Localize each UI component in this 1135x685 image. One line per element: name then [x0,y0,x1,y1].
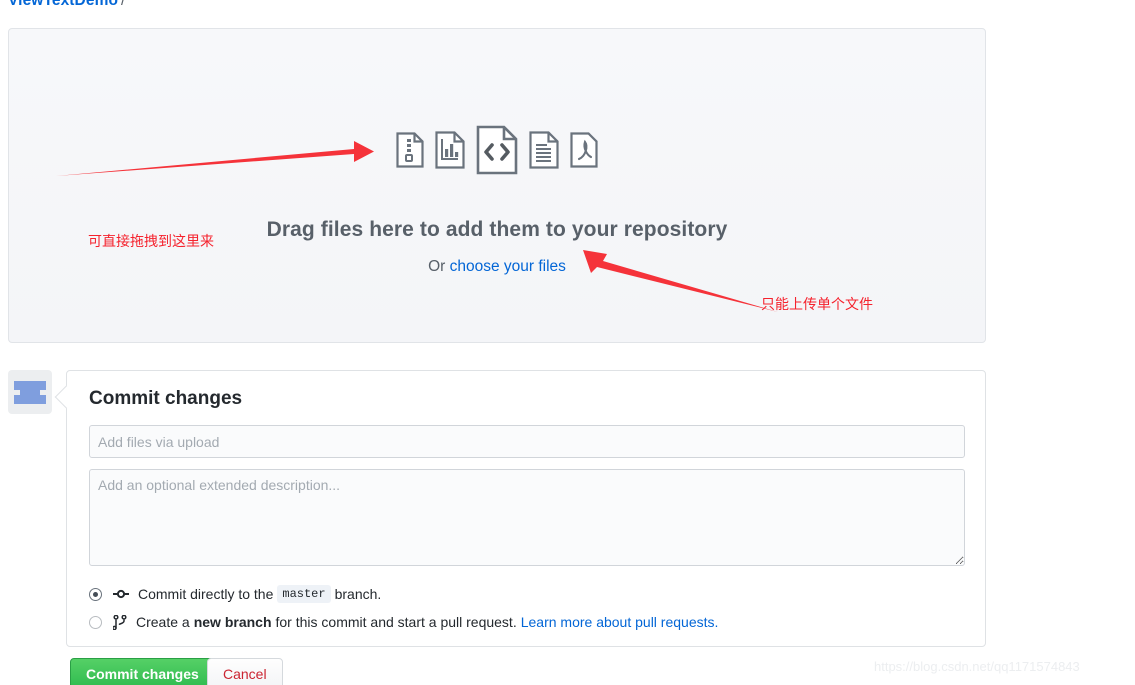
radio-create-new-branch[interactable] [89,615,102,629]
spreadsheet-file-icon [435,131,465,169]
new-branch-text-before: Create a [136,614,190,630]
commit-option-direct[interactable]: Commit directly to the master branch. [89,585,381,603]
breadcrumb-repo-link[interactable]: ViewTextDemo [8,0,118,9]
commit-changes-button[interactable]: Commit changes [70,658,215,685]
cancel-button[interactable]: Cancel [207,658,283,685]
avatar [8,370,52,414]
annotation-drag-here: 可直接拖拽到这里来 [88,234,214,250]
radio-commit-directly[interactable] [89,587,102,601]
code-file-icon [476,125,518,175]
dropzone-subtitle: Or choose your files [9,258,985,276]
commit-option-new-branch[interactable]: Create a new branch for this commit and … [89,614,718,630]
text-file-icon [529,131,559,169]
upload-files-page: ViewTextDemo / Drag files here to add th… [0,0,1135,685]
watermark: https://blog.csdn.net/qq1171574843 [874,659,1080,674]
commit-panel-title: Commit changes [89,388,243,409]
dropzone-or-label: Or [428,258,450,275]
breadcrumb: ViewTextDemo / [8,0,125,10]
branch-name-badge: master [277,585,331,603]
commit-direct-text-before: Commit directly to the [138,586,274,602]
commit-changes-panel: Commit changes Commit directly to the ma… [54,370,986,647]
annotation-single-file-only: 只能上传单个文件 [761,297,873,313]
breadcrumb-separator: / [121,0,126,9]
git-branch-icon [113,614,136,630]
new-branch-text-after: for this commit and start a pull request… [275,614,517,630]
commit-summary-input[interactable] [89,425,965,458]
archive-file-icon [396,132,424,168]
learn-more-pull-requests-link[interactable]: Learn more about pull requests. [521,614,719,630]
panel-pointer [54,385,78,409]
new-branch-emphasis: new branch [193,614,272,630]
git-commit-icon [113,587,138,601]
choose-your-files-link[interactable]: choose your files [450,258,566,275]
commit-description-textarea[interactable] [89,469,965,566]
pdf-file-icon [570,132,598,168]
commit-direct-text-after: branch. [334,586,382,602]
file-type-icon-row [9,125,985,175]
